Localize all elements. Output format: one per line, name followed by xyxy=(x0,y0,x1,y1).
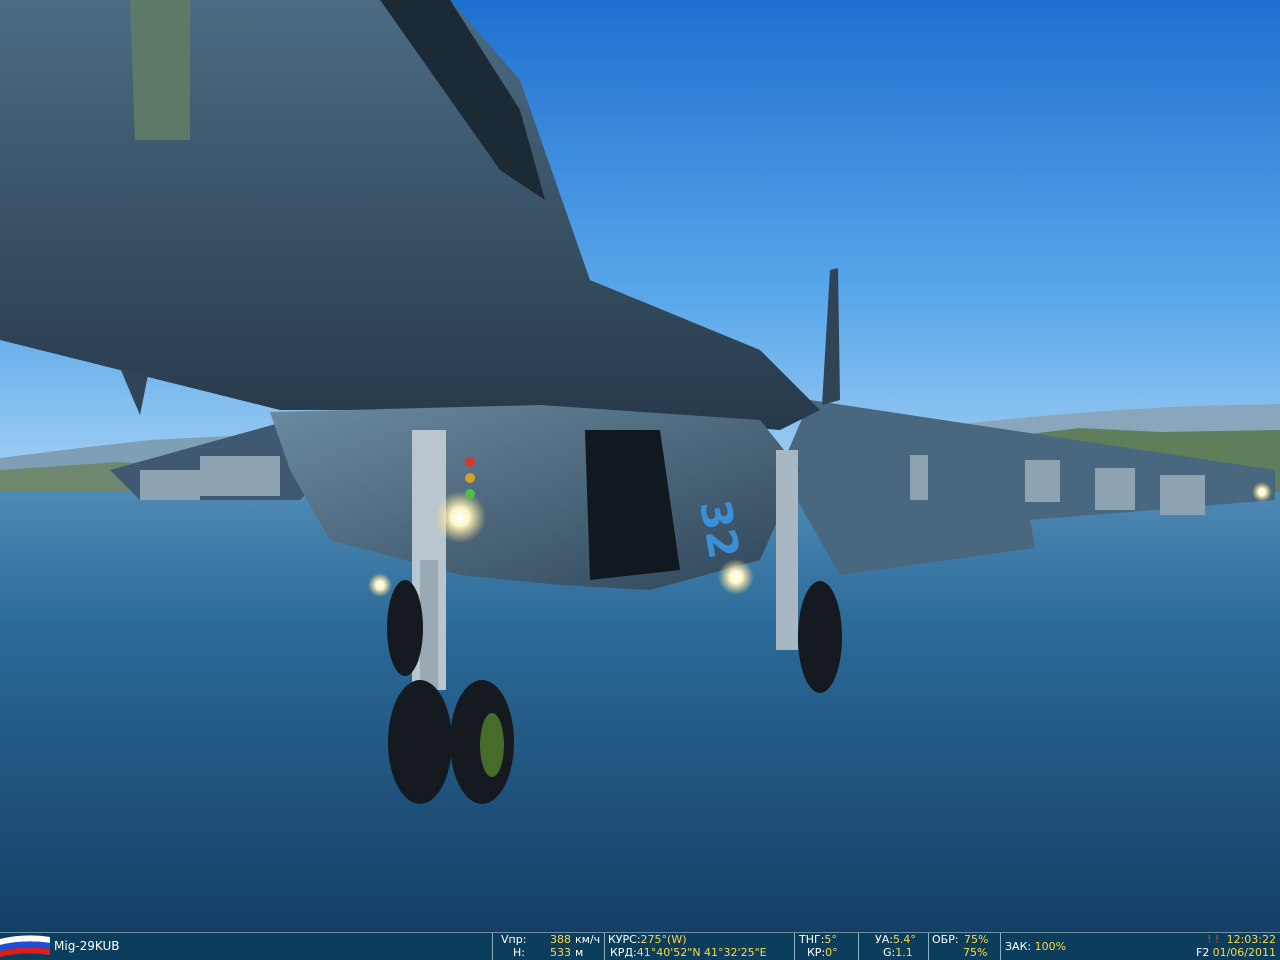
indicator-green xyxy=(465,489,475,499)
clock-time: 12:03:22 xyxy=(1226,933,1276,946)
speed-unit: км/ч xyxy=(575,933,601,946)
pitch-label: ТНГ: xyxy=(799,933,825,946)
aoa-label: УА: xyxy=(875,933,893,946)
altitude-value: 533 xyxy=(550,946,571,959)
rpm-value-2: 75% xyxy=(963,946,988,959)
speed-value: 388 xyxy=(550,933,571,946)
panel-hatch xyxy=(130,0,190,140)
altitude-label: H: xyxy=(513,946,525,959)
alert-marker: ! ! xyxy=(1207,933,1220,946)
flaps-value: 100% xyxy=(1034,940,1067,953)
landing-light-right xyxy=(718,559,754,595)
roll-label: КР: xyxy=(807,946,826,959)
game-viewport[interactable]: 32 xyxy=(0,0,1280,932)
indicator-amber xyxy=(465,473,475,483)
roll-value: 0° xyxy=(825,946,838,959)
nav-light xyxy=(368,573,392,597)
altitude-unit: м xyxy=(575,946,584,959)
flight-status-bar: Mig-29KUB Vпр: 388 км/ч H: 533 м КУРС:27… xyxy=(0,932,1280,960)
distant-flash xyxy=(1252,482,1272,502)
indicator-red xyxy=(465,457,475,467)
speed-altitude-cell: Vпр: 388 км/ч H: 533 м xyxy=(492,933,604,960)
coords-label: КРД: xyxy=(610,946,637,959)
scene-graphic: 32 xyxy=(0,0,1280,932)
rpm-label: ОБР: xyxy=(932,933,959,946)
rpm-cell: ОБР: 75% 75% xyxy=(928,933,1000,960)
aoa-g-cell: УА:5.4° G:1.1 xyxy=(858,933,928,960)
speed-label: Vпр: xyxy=(501,933,527,946)
coords-value: 41°40'52"N 41°32'25"E xyxy=(636,946,767,959)
russia-flag-icon xyxy=(0,933,50,960)
flaps-cell: ЗАК: 100% xyxy=(1000,933,1076,960)
course-coords-cell: КУРС:275°(W) КРД:41°40'52"N 41°32'25"E xyxy=(604,933,794,960)
pitch-value: 5° xyxy=(824,933,837,946)
rpm-value-1: 75% xyxy=(964,933,989,946)
clock-date: 01/06/2011 xyxy=(1212,946,1276,959)
g-label: G: xyxy=(883,946,896,959)
tail-number: 32 xyxy=(690,496,748,562)
course-value: 275°(W) xyxy=(640,933,687,946)
landing-light-left xyxy=(434,491,486,543)
aircraft-name: Mig-29KUB xyxy=(54,939,120,953)
view-key: F2 xyxy=(1196,946,1210,959)
clock-cell: ! ! 12:03:22 F2 01/06/2011 xyxy=(1190,933,1280,960)
aoa-value: 5.4° xyxy=(892,933,916,946)
flaps-label: ЗАК: xyxy=(1005,940,1032,953)
g-value: 1.1 xyxy=(895,946,913,959)
course-label: КУРС: xyxy=(608,933,641,946)
pitch-roll-cell: ТНГ:5° КР:0° xyxy=(794,933,858,960)
